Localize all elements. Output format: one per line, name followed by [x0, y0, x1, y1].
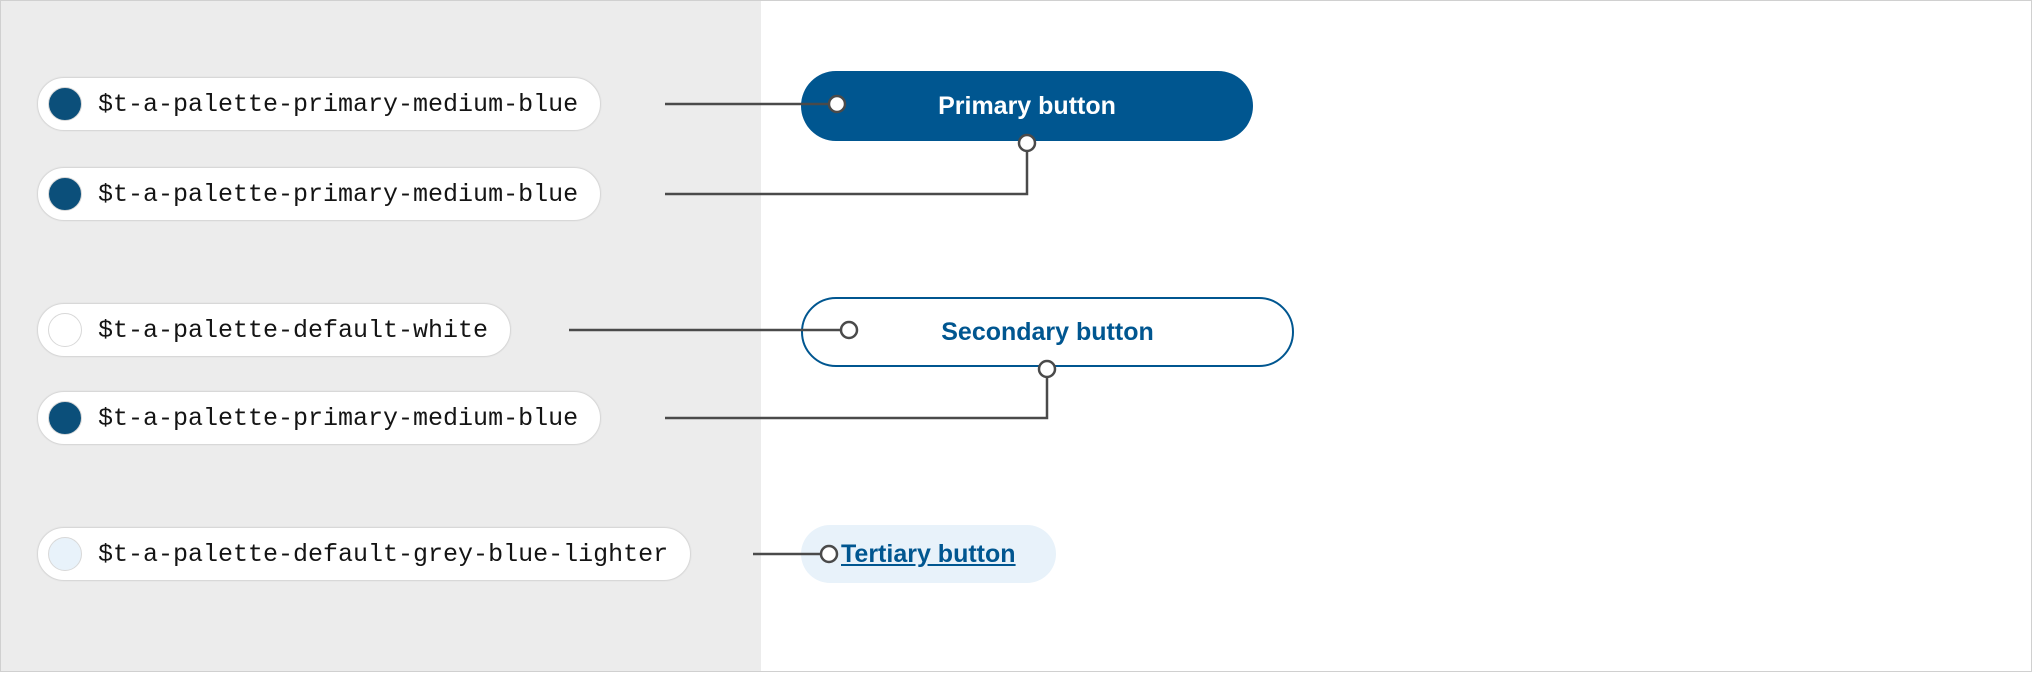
token-label: $t-a-palette-primary-medium-blue: [98, 90, 578, 119]
tertiary-button[interactable]: Tertiary button: [801, 525, 1056, 583]
button-label: Secondary button: [941, 318, 1154, 347]
button-label: Tertiary button: [841, 540, 1016, 569]
token-pill-tertiary-bg: $t-a-palette-default-grey-blue-lighter: [37, 527, 691, 581]
swatch-icon: [48, 313, 82, 347]
token-pill-secondary-bg: $t-a-palette-default-white: [37, 303, 511, 357]
swatch-icon: [48, 537, 82, 571]
token-pill-primary-bg: $t-a-palette-primary-medium-blue: [37, 77, 601, 131]
token-label: $t-a-palette-primary-medium-blue: [98, 180, 578, 209]
design-spec-canvas: $t-a-palette-primary-medium-blue $t-a-pa…: [0, 0, 2032, 672]
swatch-icon: [48, 87, 82, 121]
token-label: $t-a-palette-default-grey-blue-lighter: [98, 540, 668, 569]
primary-button[interactable]: Primary button: [801, 71, 1253, 141]
swatch-icon: [48, 177, 82, 211]
token-pill-primary-text: $t-a-palette-primary-medium-blue: [37, 167, 601, 221]
token-label: $t-a-palette-default-white: [98, 316, 488, 345]
secondary-button[interactable]: Secondary button: [801, 297, 1294, 367]
swatch-icon: [48, 401, 82, 435]
button-label: Primary button: [938, 92, 1116, 121]
token-label: $t-a-palette-primary-medium-blue: [98, 404, 578, 433]
token-pill-secondary-border: $t-a-palette-primary-medium-blue: [37, 391, 601, 445]
